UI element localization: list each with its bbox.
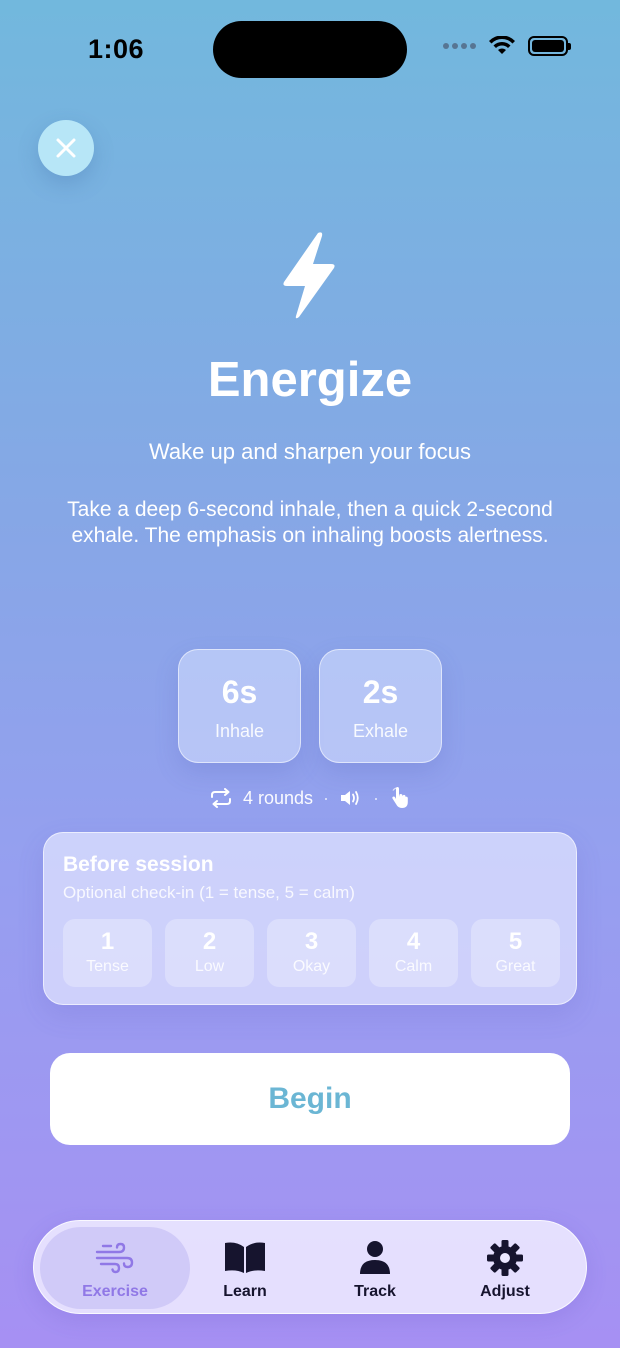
tab-bar: Exercise Learn Track Adjust bbox=[33, 1220, 587, 1314]
bolt-icon bbox=[283, 232, 335, 319]
rating-option-2[interactable]: 2 Low bbox=[165, 919, 254, 987]
page-subtitle: Wake up and sharpen your focus bbox=[148, 439, 472, 464]
exercise-description: Take a deep 6-second inhale, then a quic… bbox=[67, 498, 553, 547]
book-icon bbox=[225, 1242, 265, 1273]
battery-icon bbox=[528, 36, 571, 56]
dynamic-island bbox=[213, 21, 407, 78]
rating-options: 1 Tense 2 Low 3 Okay 4 Calm 5 Great bbox=[63, 919, 560, 987]
haptic-tap-icon[interactable] bbox=[389, 786, 411, 810]
wifi-icon bbox=[489, 36, 515, 54]
cellular-signal-icon bbox=[443, 43, 476, 49]
repeat-icon bbox=[210, 788, 231, 808]
inhale-card: 6s Inhale bbox=[178, 649, 301, 763]
checkin-title: Before session bbox=[63, 853, 214, 876]
rating-label: Tense bbox=[86, 958, 129, 975]
wind-icon bbox=[95, 1242, 134, 1274]
person-icon bbox=[360, 1241, 390, 1274]
rating-option-1[interactable]: 1 Tense bbox=[63, 919, 152, 987]
page-title: Energize bbox=[207, 353, 413, 407]
tab-label: Adjust bbox=[480, 1283, 530, 1300]
exhale-label: Exhale bbox=[352, 721, 409, 741]
inhale-duration: 6s bbox=[221, 674, 258, 710]
rating-number: 3 bbox=[304, 928, 319, 955]
rating-label: Calm bbox=[394, 958, 433, 975]
rating-number: 5 bbox=[508, 928, 523, 955]
rating-option-3[interactable]: 3 Okay bbox=[267, 919, 356, 987]
tab-label: Track bbox=[354, 1283, 396, 1300]
rating-option-5[interactable]: 5 Great bbox=[471, 919, 560, 987]
tab-label: Learn bbox=[223, 1283, 267, 1300]
exhale-card: 2s Exhale bbox=[319, 649, 442, 763]
checkin-subtitle: Optional check-in (1 = tense, 5 = calm) bbox=[63, 883, 355, 902]
rating-number: 4 bbox=[406, 928, 421, 955]
close-icon bbox=[56, 138, 76, 158]
session-meta: 4 rounds · · bbox=[0, 786, 620, 810]
tab-adjust[interactable]: Adjust bbox=[430, 1227, 580, 1309]
tab-exercise[interactable]: Exercise bbox=[40, 1227, 190, 1309]
rating-label: Okay bbox=[292, 958, 331, 975]
tab-learn[interactable]: Learn bbox=[170, 1227, 320, 1309]
rating-label: Low bbox=[194, 958, 225, 975]
gear-icon bbox=[487, 1240, 523, 1276]
tab-track[interactable]: Track bbox=[300, 1227, 450, 1309]
rounds-count: 4 rounds bbox=[242, 787, 314, 808]
rating-number: 2 bbox=[202, 928, 217, 955]
separator: · bbox=[373, 787, 380, 808]
status-icons bbox=[443, 36, 571, 56]
close-button[interactable] bbox=[38, 120, 94, 176]
tab-label: Exercise bbox=[82, 1283, 148, 1300]
rating-option-4[interactable]: 4 Calm bbox=[369, 919, 458, 987]
exhale-duration: 2s bbox=[362, 674, 399, 710]
sound-icon[interactable] bbox=[339, 788, 363, 808]
status-time: 1:06 bbox=[88, 34, 145, 64]
rating-label: Great bbox=[495, 958, 536, 975]
checkin-card: Before session Optional check-in (1 = te… bbox=[43, 832, 577, 1005]
begin-button[interactable]: Begin bbox=[50, 1053, 570, 1145]
separator: · bbox=[323, 787, 330, 808]
rating-number: 1 bbox=[100, 928, 115, 955]
inhale-label: Inhale bbox=[214, 721, 265, 741]
